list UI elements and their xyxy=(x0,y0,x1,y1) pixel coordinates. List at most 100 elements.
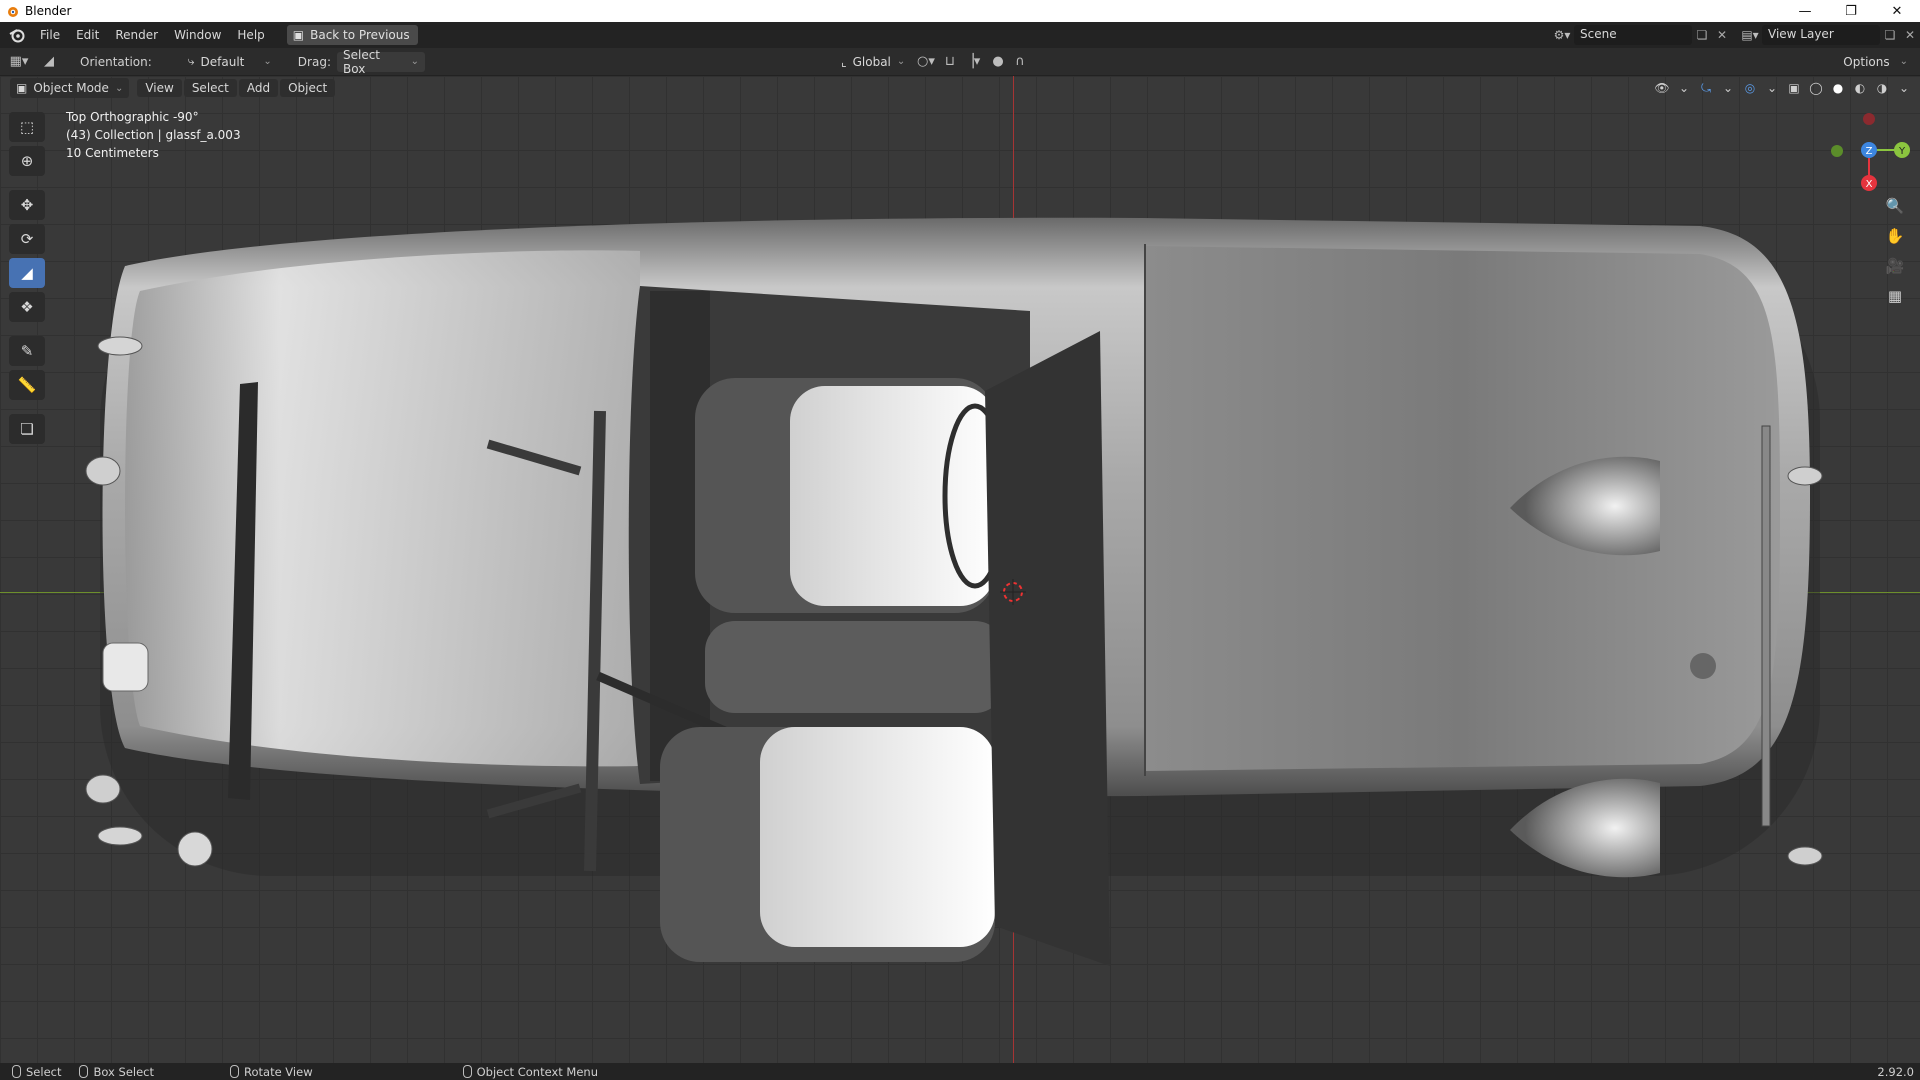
editor-type-icon[interactable]: ▦▾ xyxy=(8,52,30,72)
menu-render[interactable]: Render xyxy=(107,25,166,45)
os-title-bar: Blender — ❐ ✕ xyxy=(0,0,1920,22)
version-label: 2.92.0 xyxy=(1877,1064,1914,1079)
drag-dropdown[interactable]: Select Box ⌄ xyxy=(336,48,425,76)
left-mouse-icon xyxy=(12,1065,21,1078)
view-menu[interactable]: View xyxy=(137,79,182,97)
zoom-icon[interactable]: 🔍 xyxy=(1882,193,1908,219)
status-rotate-view: Rotate View xyxy=(230,1065,313,1079)
minimize-button[interactable]: — xyxy=(1782,0,1828,22)
transform-tool-icon[interactable]: ❖ xyxy=(9,292,45,322)
transform-orientation-dropdown[interactable]: ⌞ Global ⌄ xyxy=(834,51,911,72)
viewport-header: ▣ Object Mode ⌄ View Select Add Object xyxy=(0,76,1920,100)
object-mode-dropdown[interactable]: ▣ Object Mode ⌄ xyxy=(10,78,130,98)
chevron-down-icon: ⌄ xyxy=(410,56,419,67)
orthographic-grid-icon[interactable]: ▦ xyxy=(1882,283,1908,309)
camera-view-icon[interactable]: 🎥 xyxy=(1882,253,1908,279)
transform-orientation-value: Global xyxy=(852,54,891,69)
scene-icon[interactable]: ⚙▾ xyxy=(1550,25,1574,45)
material-shading-icon[interactable]: ◐ xyxy=(1850,78,1870,98)
chevron-down-icon: ⌄ xyxy=(896,56,906,67)
rotate-tool-icon[interactable]: ⟳ xyxy=(9,224,45,254)
menu-help[interactable]: Help xyxy=(229,25,272,45)
options-label: Options xyxy=(1843,54,1890,69)
view-layer-selector[interactable]: ▤▾ View Layer ❏ ✕ xyxy=(1738,25,1920,45)
back-to-previous-button[interactable]: ▣ Back to Previous xyxy=(286,25,418,45)
menu-file[interactable]: File xyxy=(32,25,68,45)
chevron-down-icon[interactable]: ⌄ xyxy=(1762,78,1782,98)
object-menu[interactable]: Object xyxy=(280,79,336,97)
middle-mouse-icon xyxy=(230,1065,239,1078)
wireframe-shading-icon[interactable]: ◯ xyxy=(1806,78,1826,98)
scale-tool-icon[interactable]: ◢ xyxy=(9,258,45,288)
chevron-down-icon: ⌄ xyxy=(263,56,272,67)
menu-edit[interactable]: Edit xyxy=(68,25,107,45)
menu-window[interactable]: Window xyxy=(166,25,229,45)
neg-x-axis-dot[interactable] xyxy=(1863,113,1875,125)
object-mode-icon: ▣ xyxy=(16,81,28,95)
xray-toggle-icon[interactable]: ▣ xyxy=(1784,78,1804,98)
new-view-layer-icon[interactable]: ❏ xyxy=(1880,25,1900,45)
select-menu[interactable]: Select xyxy=(183,79,237,97)
pivot-point-icon[interactable]: ○▾ xyxy=(915,52,937,72)
view-name-text: Top Orthographic -90° xyxy=(66,110,199,124)
blender-app-icon xyxy=(8,7,18,17)
move-tool-icon[interactable]: ✥ xyxy=(9,190,45,220)
measure-tool-icon[interactable]: 📏 xyxy=(9,370,45,400)
object-mode-label: Object Mode xyxy=(33,81,109,95)
back-icon: ▣ xyxy=(292,28,305,42)
chevron-down-icon[interactable]: ⌄ xyxy=(1718,78,1738,98)
chevron-down-icon[interactable]: ⌄ xyxy=(1894,78,1914,98)
neg-y-axis-dot[interactable] xyxy=(1831,145,1843,157)
3d-viewport[interactable]: Top Orthographic -90° (43) Collection | … xyxy=(0,76,1920,1063)
right-mouse-icon xyxy=(462,1065,472,1078)
status-rotate-view-label: Rotate View xyxy=(244,1064,313,1079)
add-menu[interactable]: Add xyxy=(238,79,279,97)
solid-shading-icon[interactable]: ● xyxy=(1828,78,1848,98)
close-button[interactable]: ✕ xyxy=(1874,0,1920,22)
back-to-previous-label: Back to Previous xyxy=(310,28,410,42)
tool-shelf: ⬚ ⊕ ✥ ⟳ ◢ ❖ ✎ 📏 ❏ xyxy=(9,112,47,444)
annotate-tool-icon[interactable]: ✎ xyxy=(9,336,45,366)
navigation-gizmo[interactable]: Z Y X xyxy=(1815,108,1915,198)
x-axis-label: X xyxy=(1866,179,1873,190)
add-cube-tool-icon[interactable]: ❏ xyxy=(9,414,45,444)
new-scene-icon[interactable]: ❏ xyxy=(1692,25,1712,45)
drag-value: Select Box xyxy=(342,47,381,76)
window-title: Blender xyxy=(25,4,72,18)
view-layer-name[interactable]: View Layer xyxy=(1762,25,1880,45)
gizmo-toggle-icon[interactable]: ⤿ xyxy=(1696,78,1716,98)
rendered-shading-icon[interactable]: ◑ xyxy=(1872,78,1892,98)
delete-scene-icon[interactable]: ✕ xyxy=(1712,25,1732,45)
chevron-down-icon[interactable]: ⌄ xyxy=(1674,78,1694,98)
snap-toggle-icon[interactable]: ⊔ xyxy=(939,52,961,72)
options-dropdown[interactable]: Options ⌄ xyxy=(1837,51,1914,72)
shading-controls: 👁 ⌄ ⤿ ⌄ ◎ ⌄ ▣ ◯ ● ◐ ◑ ⌄ xyxy=(1652,78,1914,98)
status-box-select-label: Box Select xyxy=(93,1064,154,1079)
z-axis-label: Z xyxy=(1866,146,1873,157)
delete-view-layer-icon[interactable]: ✕ xyxy=(1900,25,1920,45)
orientation-icon: ⤷ xyxy=(187,54,195,68)
status-bar: Select Box Select Rotate View Object Con… xyxy=(0,1063,1920,1080)
pan-hand-icon[interactable]: ✋ xyxy=(1882,223,1908,249)
scale-info-text: 10 Centimeters xyxy=(66,146,159,160)
active-tool-icon[interactable]: ◢ xyxy=(38,52,60,72)
snap-target-icon[interactable]: ▕▾ xyxy=(961,52,983,72)
select-box-tool-icon[interactable]: ⬚ xyxy=(9,112,45,142)
orientation-label: Orientation: xyxy=(80,54,152,69)
car-model[interactable] xyxy=(0,76,1920,1063)
cursor-tool-icon[interactable]: ⊕ xyxy=(9,146,45,176)
chevron-down-icon: ⌄ xyxy=(1899,56,1908,67)
visibility-icon[interactable]: 👁 xyxy=(1652,78,1672,98)
proportional-editing-icon[interactable]: ● xyxy=(987,52,1009,72)
scene-selector[interactable]: ⚙▾ Scene ❏ ✕ xyxy=(1550,25,1732,45)
view-layer-icon[interactable]: ▤▾ xyxy=(1738,25,1762,45)
blender-logo-icon[interactable] xyxy=(8,26,26,44)
falloff-icon[interactable]: ∩ xyxy=(1009,52,1031,72)
scene-name[interactable]: Scene xyxy=(1574,25,1692,45)
top-menu-bar: File Edit Render Window Help ▣ Back to P… xyxy=(0,22,1920,48)
orientation-value: Default xyxy=(200,54,245,69)
overlays-toggle-icon[interactable]: ◎ xyxy=(1740,78,1760,98)
orientation-dropdown[interactable]: ⤷ Default ⌄ xyxy=(181,51,278,72)
status-context-menu: Object Context Menu xyxy=(462,1065,598,1079)
restore-button[interactable]: ❐ xyxy=(1828,0,1874,22)
